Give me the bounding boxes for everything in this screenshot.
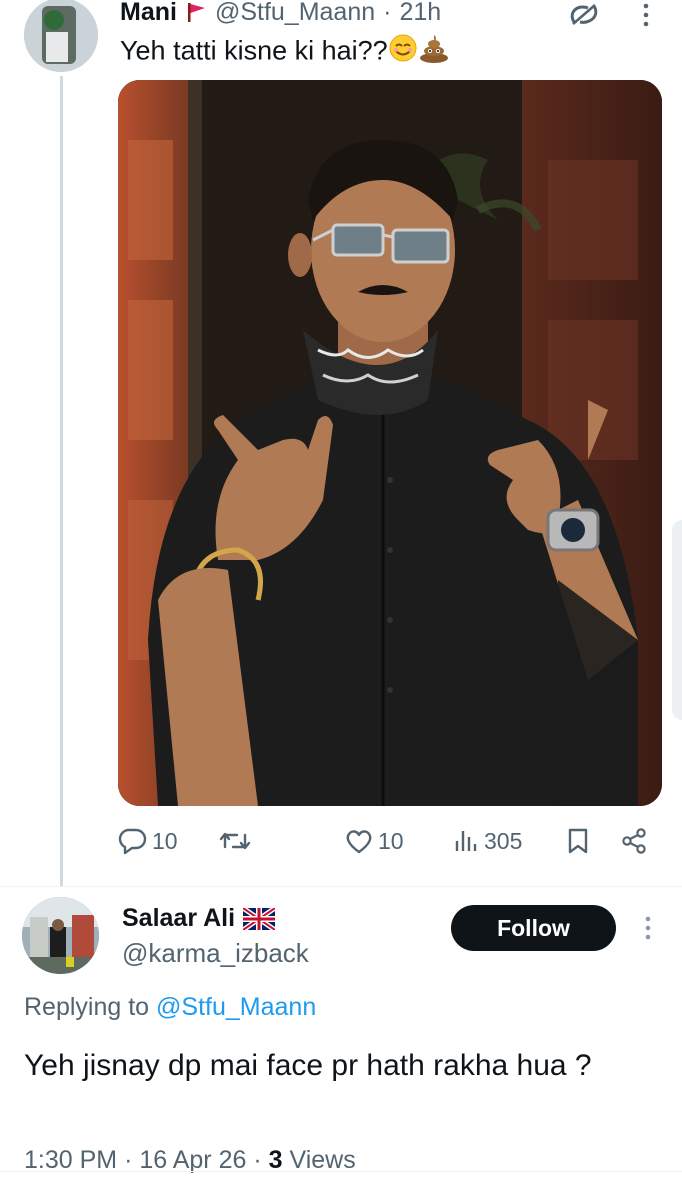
reply-views-count: 3 bbox=[268, 1146, 283, 1174]
avatar-image bbox=[22, 897, 99, 974]
more-vertical-icon bbox=[645, 916, 651, 940]
separator-dot: · bbox=[383, 0, 392, 26]
reply-author-avatar[interactable] bbox=[22, 897, 99, 974]
reply-text: Yeh jisnay dp mai face pr hath rakha hua… bbox=[24, 1049, 592, 1082]
reply-author-name[interactable]: Salaar Ali bbox=[122, 904, 235, 933]
tweet-time[interactable]: 21h bbox=[399, 0, 441, 27]
author-handle[interactable]: @Stfu_Maann bbox=[215, 0, 375, 27]
scrollbar[interactable] bbox=[672, 520, 682, 720]
reply-views-label: Views bbox=[289, 1146, 356, 1174]
author-name[interactable]: Mani bbox=[120, 0, 177, 27]
smiling-face-icon bbox=[388, 33, 418, 72]
views-chart-icon bbox=[455, 831, 477, 851]
bookmark-icon bbox=[568, 828, 588, 854]
follow-button[interactable]: Follow bbox=[451, 905, 616, 951]
reply-count: 10 bbox=[152, 827, 178, 854]
author-row: Mani @Stfu_Maann · 21h bbox=[120, 0, 441, 30]
uk-flag-icon bbox=[243, 907, 276, 930]
thread-line bbox=[60, 76, 63, 886]
heart-icon bbox=[346, 830, 372, 854]
replying-to-line: Replying to @Stfu_Maann bbox=[24, 993, 316, 1022]
pile-of-poo-icon bbox=[418, 32, 450, 73]
tweet-text: Yeh tatti kisne ki hai?? bbox=[120, 32, 450, 73]
replying-prefix: Replying to bbox=[24, 993, 150, 1021]
more-vertical-icon bbox=[643, 3, 649, 27]
share-icon bbox=[622, 828, 646, 854]
views-count: 305 bbox=[484, 827, 523, 854]
like-action[interactable]: 10 bbox=[344, 820, 404, 862]
bookmark-button[interactable] bbox=[566, 820, 590, 862]
reply-date[interactable]: 16 Apr 26 bbox=[139, 1146, 246, 1174]
red-flag-icon bbox=[187, 3, 205, 22]
reply-action[interactable]: 10 bbox=[118, 820, 178, 862]
like-count: 10 bbox=[378, 827, 404, 854]
reply-author-handle[interactable]: @karma_izback bbox=[122, 938, 309, 969]
tweet-image[interactable] bbox=[118, 80, 662, 806]
author-avatar[interactable] bbox=[24, 0, 98, 72]
retweet-icon bbox=[219, 832, 251, 850]
reply-icon bbox=[118, 828, 147, 855]
photo-illustration bbox=[118, 80, 662, 806]
reply-more-options-button[interactable] bbox=[638, 914, 658, 947]
tweet-divider bbox=[0, 886, 682, 887]
replying-to-mention[interactable]: @Stfu_Maann bbox=[156, 993, 316, 1021]
retweet-action[interactable] bbox=[218, 820, 256, 862]
avatar-image bbox=[24, 0, 98, 72]
grok-button[interactable] bbox=[566, 2, 602, 33]
more-options-button[interactable] bbox=[636, 2, 656, 33]
meta-separator: · bbox=[253, 1146, 262, 1174]
meta-separator: · bbox=[124, 1146, 133, 1174]
reply-time[interactable]: 1:30 PM bbox=[24, 1146, 117, 1174]
views-action[interactable]: 305 bbox=[454, 820, 522, 862]
share-button[interactable] bbox=[620, 820, 648, 862]
bottom-divider bbox=[0, 1171, 682, 1172]
reply-author-row: Salaar Ali bbox=[122, 904, 276, 933]
tweet-text-body: Yeh tatti kisne ki hai?? bbox=[120, 35, 388, 66]
grok-icon bbox=[570, 4, 598, 25]
